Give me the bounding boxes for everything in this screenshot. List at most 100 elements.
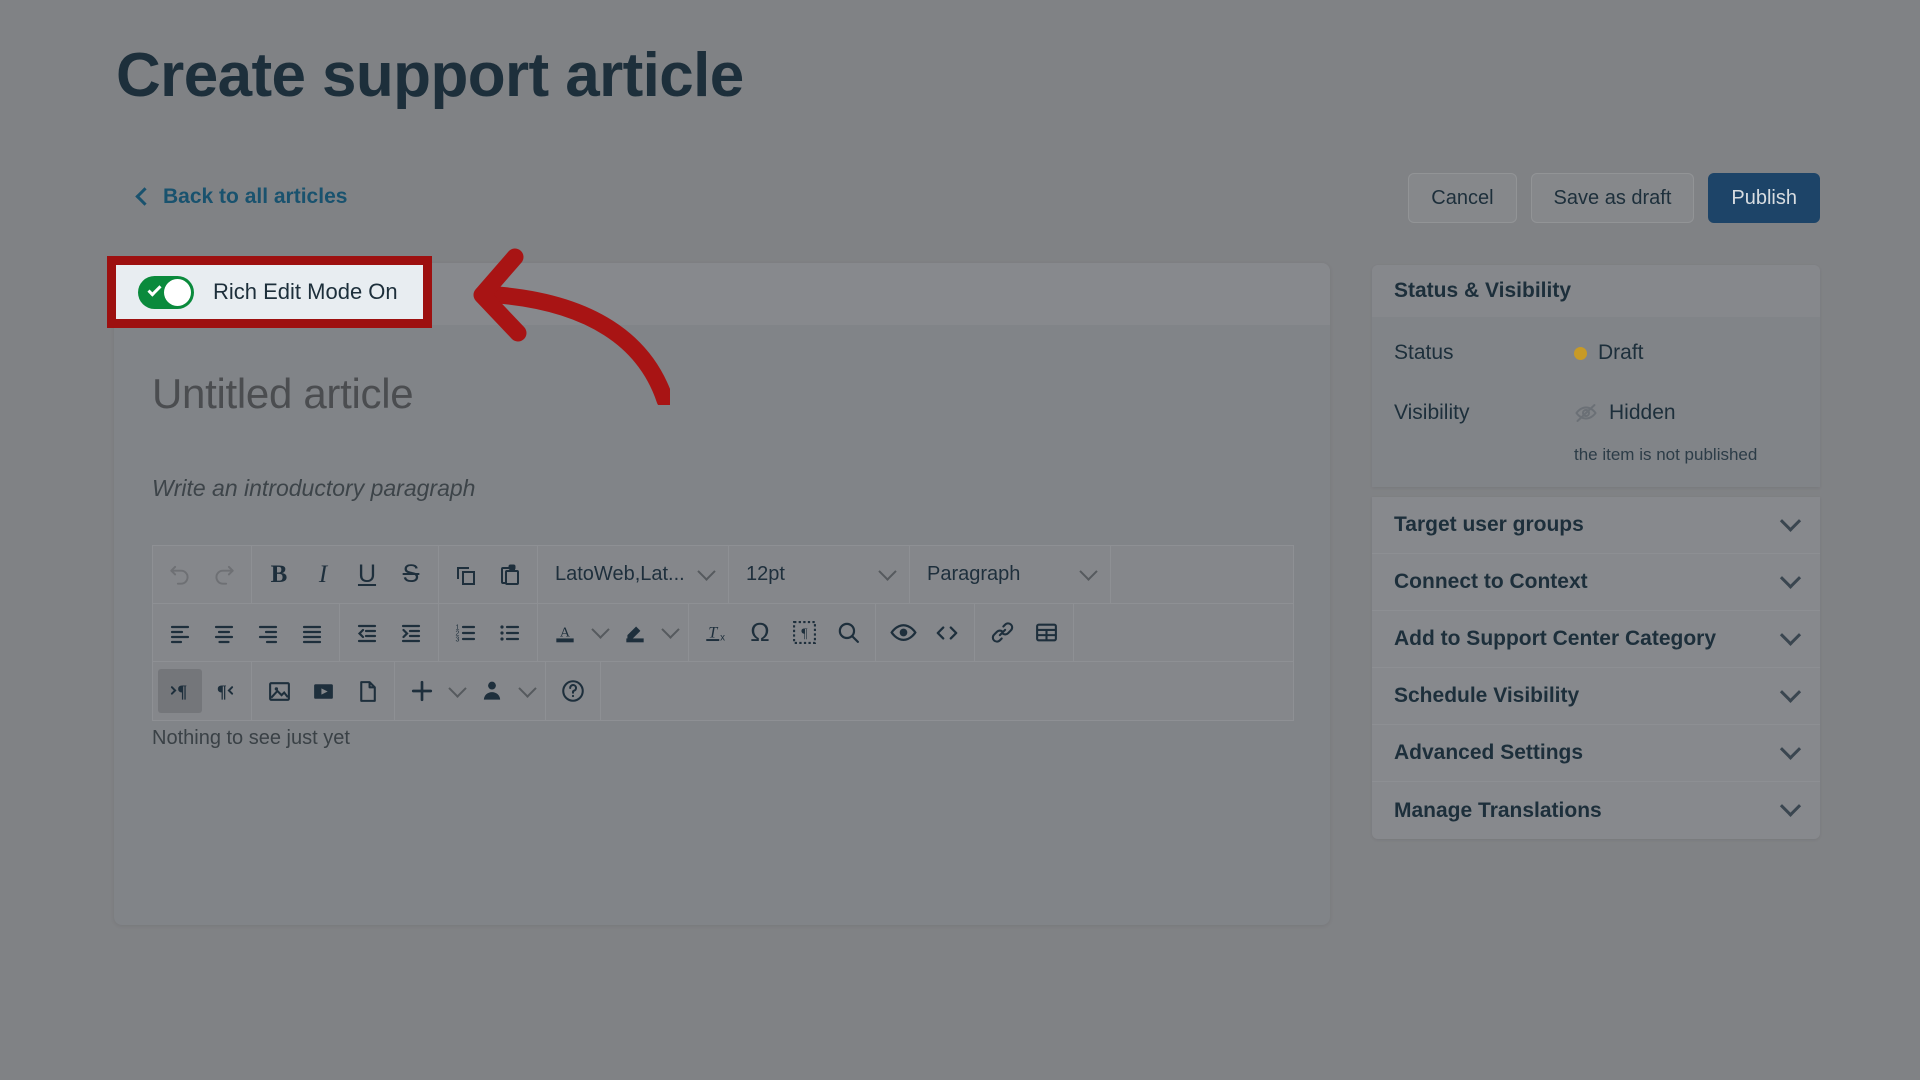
indent-icon[interactable] bbox=[389, 611, 433, 655]
section-label: Add to Support Center Category bbox=[1394, 627, 1717, 650]
toolbar-row-3: ¶ ¶ bbox=[153, 662, 1293, 720]
sidebar-section-connect-to-context[interactable]: Connect to Context bbox=[1372, 554, 1820, 611]
chevron-down-icon bbox=[1779, 738, 1802, 760]
font-family-select[interactable]: LatoWeb,Lat... bbox=[543, 553, 723, 597]
sidebar-section-manage-translations[interactable]: Manage Translations bbox=[1372, 782, 1820, 839]
chevron-down-icon[interactable] bbox=[514, 669, 540, 713]
svg-text:3: 3 bbox=[456, 636, 460, 643]
toolbar-group-inline-styles: B I U S bbox=[252, 546, 439, 603]
publish-button[interactable]: Publish bbox=[1708, 173, 1820, 223]
svg-text:¶: ¶ bbox=[217, 682, 227, 702]
block-format-select[interactable]: Paragraph bbox=[915, 553, 1105, 597]
align-center-icon[interactable] bbox=[202, 611, 246, 655]
numbered-list-icon[interactable]: 123 bbox=[444, 611, 488, 655]
file-icon[interactable] bbox=[345, 669, 389, 713]
toolbar-row3-filler bbox=[601, 662, 1293, 720]
toolbar-group-alignment bbox=[153, 604, 340, 661]
italic-icon[interactable]: I bbox=[301, 553, 345, 597]
text-color-split[interactable]: A bbox=[543, 611, 613, 655]
section-label: Schedule Visibility bbox=[1394, 684, 1580, 707]
chevron-down-icon bbox=[697, 562, 716, 581]
person-icon[interactable] bbox=[470, 669, 514, 713]
toolbar-group-clipboard bbox=[439, 546, 538, 603]
rich-edit-mode-toggle-row[interactable]: Rich Edit Mode On bbox=[116, 265, 423, 319]
bullet-list-icon[interactable] bbox=[488, 611, 532, 655]
plus-icon[interactable] bbox=[400, 669, 444, 713]
toolbar-group-font-size: 12pt bbox=[729, 546, 910, 603]
chevron-down-icon bbox=[1079, 562, 1098, 581]
sidebar-section-target-user-groups[interactable]: Target user groups bbox=[1372, 497, 1820, 554]
visibility-value-label: Hidden bbox=[1609, 401, 1676, 424]
preview-icon[interactable] bbox=[881, 611, 925, 655]
sidebar-section-add-to-support-center-category[interactable]: Add to Support Center Category bbox=[1372, 611, 1820, 668]
outdent-icon[interactable] bbox=[345, 611, 389, 655]
align-left-icon[interactable] bbox=[158, 611, 202, 655]
editor-empty-state: Nothing to see just yet bbox=[152, 727, 350, 749]
underline-icon[interactable]: U bbox=[345, 553, 389, 597]
status-row: Status Draft bbox=[1394, 331, 1798, 391]
clear-formatting-icon[interactable]: Tx bbox=[694, 611, 738, 655]
toolbar-row-2: 123 A T x Ω ¶ bbox=[153, 604, 1293, 662]
rich-edit-mode-label: Rich Edit Mode On bbox=[213, 279, 398, 304]
search-icon[interactable] bbox=[826, 611, 870, 655]
align-right-icon[interactable] bbox=[246, 611, 290, 655]
sidebar-section-advanced-settings[interactable]: Advanced Settings bbox=[1372, 725, 1820, 782]
special-character-icon[interactable]: Ω bbox=[738, 611, 782, 655]
rtl-direction-icon[interactable]: ¶ bbox=[202, 669, 246, 713]
video-icon[interactable] bbox=[301, 669, 345, 713]
chevron-left-icon bbox=[135, 186, 154, 206]
chevron-down-icon bbox=[1779, 795, 1802, 817]
rich-edit-mode-toggle[interactable] bbox=[138, 275, 194, 309]
redo-icon[interactable] bbox=[202, 553, 246, 597]
visibility-value[interactable]: Hidden bbox=[1574, 401, 1798, 425]
paste-icon[interactable] bbox=[488, 553, 532, 597]
status-value[interactable]: Draft bbox=[1574, 341, 1798, 365]
show-blocks-icon[interactable]: ¶ bbox=[782, 611, 826, 655]
chevron-down-icon bbox=[1779, 510, 1802, 532]
help-icon[interactable] bbox=[551, 669, 595, 713]
toggle-knob bbox=[164, 278, 191, 306]
toolbar-group-media bbox=[252, 662, 395, 720]
status-label: Status bbox=[1394, 341, 1454, 364]
text-color-icon[interactable]: A bbox=[543, 611, 587, 655]
article-title-input[interactable]: Untitled article bbox=[152, 370, 414, 418]
article-intro-input[interactable]: Write an introductory paragraph bbox=[152, 475, 475, 502]
chevron-down-icon[interactable] bbox=[587, 611, 613, 655]
merge-field-split[interactable] bbox=[470, 669, 540, 713]
ltr-direction-icon[interactable]: ¶ bbox=[158, 669, 202, 713]
page-title: Create support article bbox=[116, 41, 744, 110]
status-visibility-panel: Status & Visibility Status Draft Visibil… bbox=[1372, 265, 1820, 487]
highlight-color-icon[interactable] bbox=[613, 611, 657, 655]
toolbar-group-font-family: LatoWeb,Lat... bbox=[538, 546, 729, 603]
chevron-down-icon[interactable] bbox=[657, 611, 683, 655]
sidebar-section-schedule-visibility[interactable]: Schedule Visibility bbox=[1372, 668, 1820, 725]
section-label: Advanced Settings bbox=[1394, 741, 1584, 764]
section-label: Manage Translations bbox=[1394, 798, 1602, 822]
back-to-all-articles-link[interactable]: Back to all articles bbox=[135, 185, 348, 209]
font-size-select[interactable]: 12pt bbox=[734, 553, 904, 597]
check-icon bbox=[147, 281, 162, 297]
cancel-button[interactable]: Cancel bbox=[1408, 173, 1517, 223]
copy-icon[interactable] bbox=[444, 553, 488, 597]
align-justify-icon[interactable] bbox=[290, 611, 334, 655]
block-format-value: Paragraph bbox=[927, 563, 1021, 585]
strikethrough-icon[interactable]: S bbox=[389, 553, 433, 597]
save-as-draft-button[interactable]: Save as draft bbox=[1530, 173, 1695, 223]
source-code-icon[interactable] bbox=[925, 611, 969, 655]
visibility-row: Visibility Hidden bbox=[1394, 391, 1798, 451]
back-link-label: Back to all articles bbox=[163, 185, 348, 208]
visibility-note: the item is not published bbox=[1574, 445, 1758, 464]
insert-plus-split[interactable] bbox=[400, 669, 470, 713]
chevron-down-icon[interactable] bbox=[444, 669, 470, 713]
toolbar-group-colors: A bbox=[538, 604, 689, 661]
table-icon[interactable] bbox=[1024, 611, 1068, 655]
toolbar-group-indent bbox=[340, 604, 439, 661]
status-visibility-body: Status Draft Visibility Hidden the item … bbox=[1372, 317, 1820, 487]
link-icon[interactable] bbox=[980, 611, 1024, 655]
bold-icon[interactable]: B bbox=[257, 553, 301, 597]
toolbar-group-text-tools: Tx Ω ¶ bbox=[689, 604, 876, 661]
section-label: Target user groups bbox=[1394, 513, 1584, 536]
undo-icon[interactable] bbox=[158, 553, 202, 597]
image-icon[interactable] bbox=[257, 669, 301, 713]
highlight-color-split[interactable] bbox=[613, 611, 683, 655]
